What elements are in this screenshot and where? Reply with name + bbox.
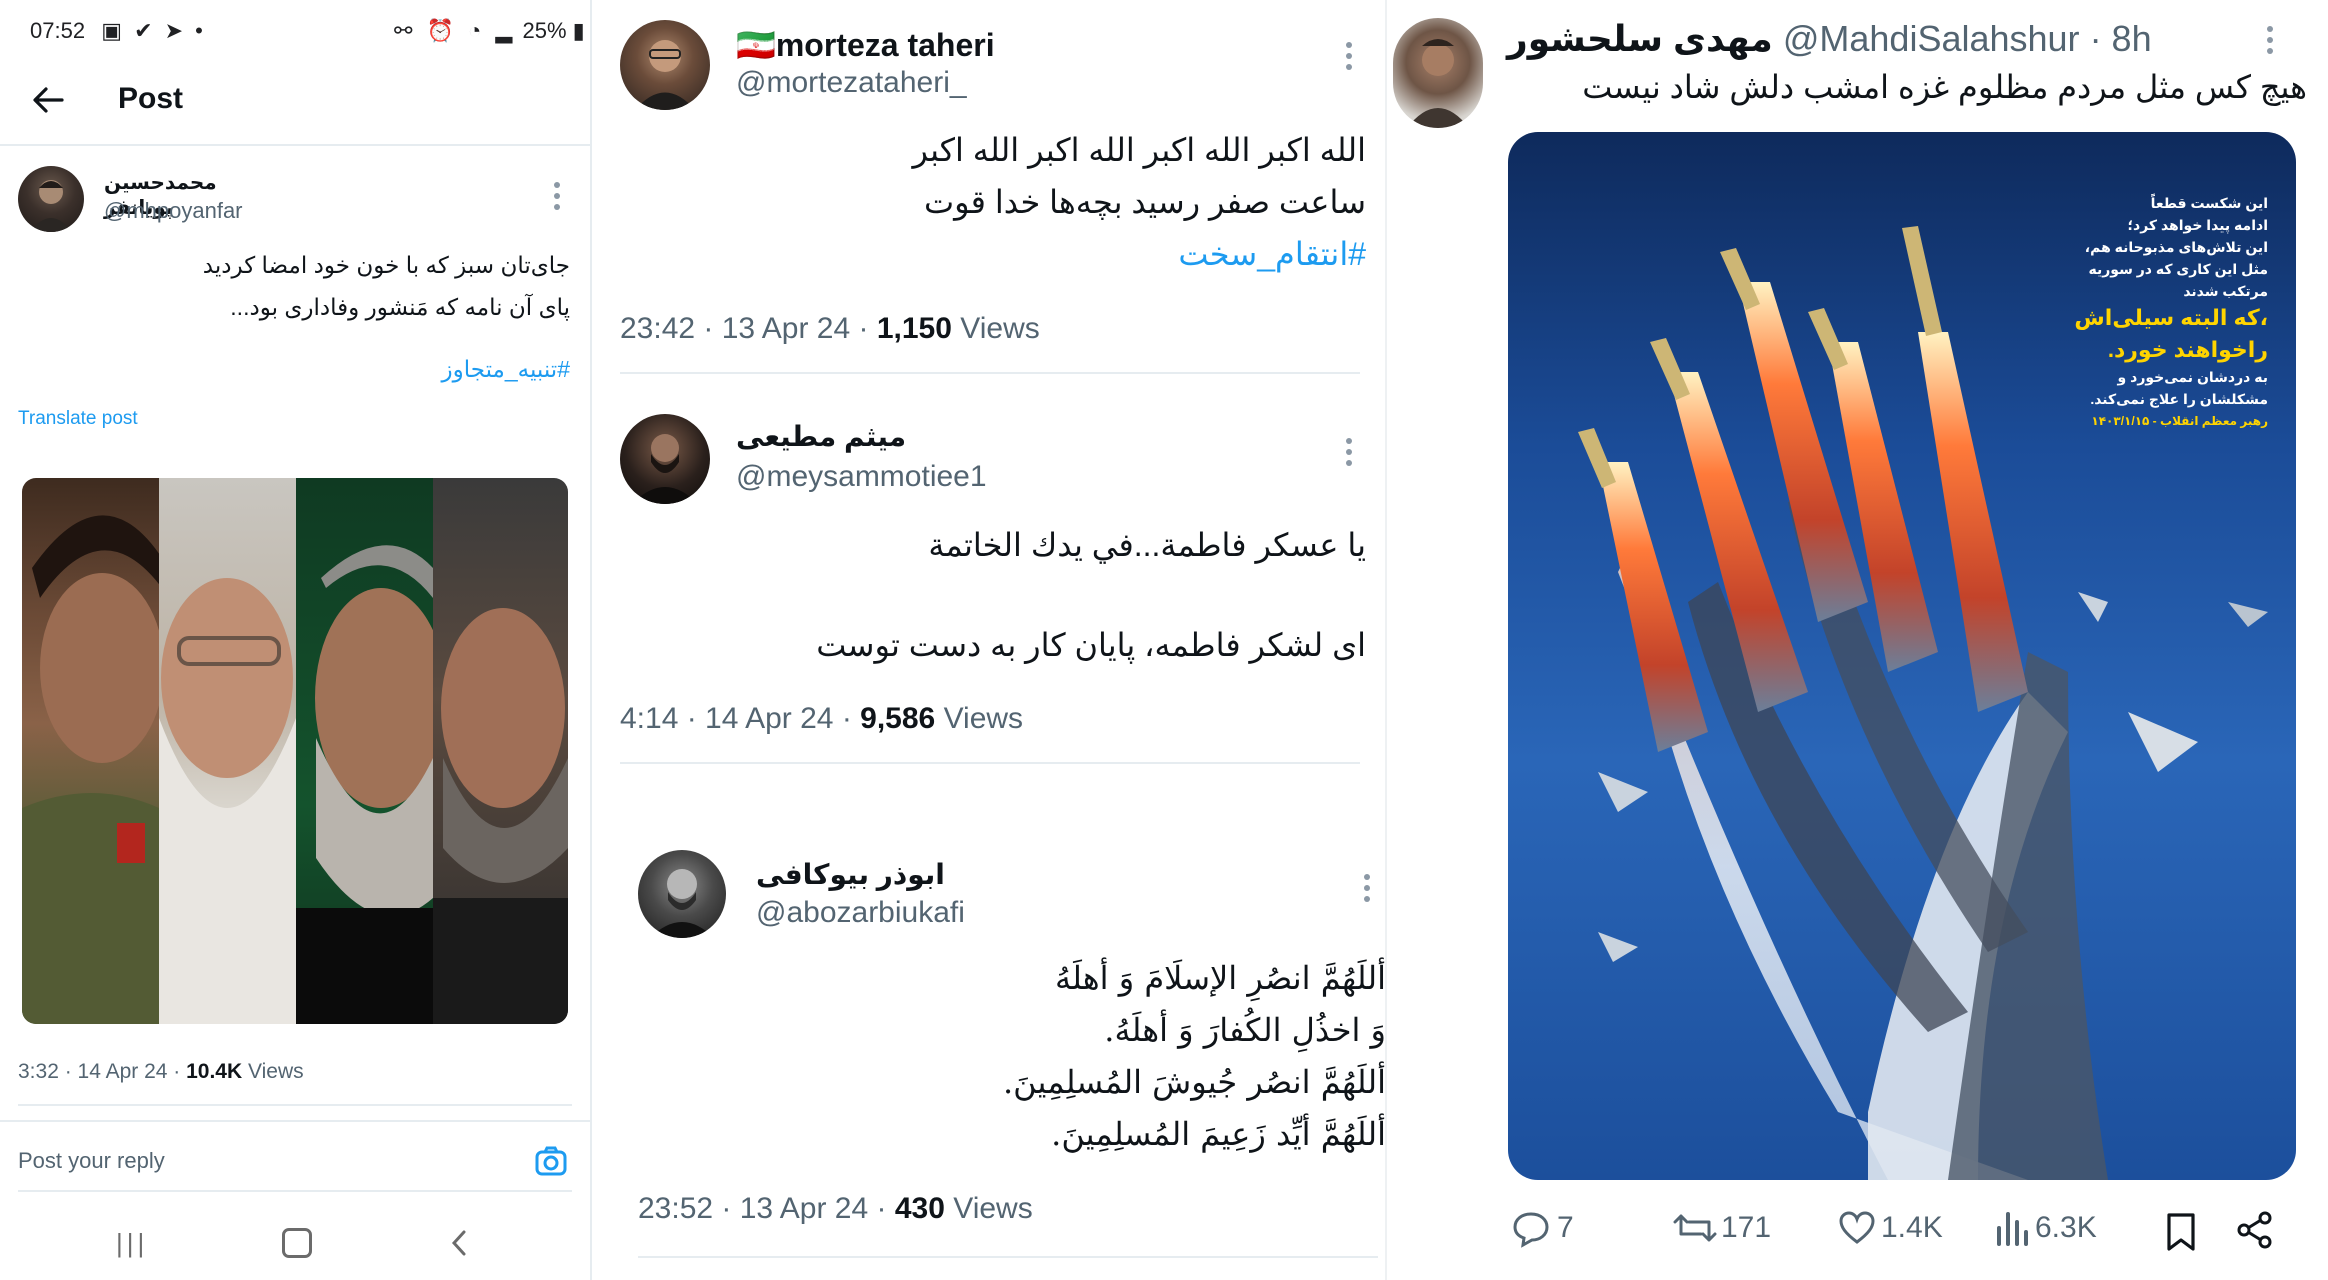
back-nav-icon[interactable] <box>448 1228 470 1258</box>
avatar[interactable] <box>620 20 710 110</box>
camera-icon[interactable] <box>534 1144 568 1178</box>
tweet-text: هیچ کس مثل مردم مظلوم غزه امشب دلش شاد ن… <box>1582 69 2307 105</box>
more-options-icon[interactable] <box>1364 874 1370 907</box>
portrait-3 <box>296 478 447 1024</box>
translate-post-link[interactable]: Translate post <box>18 408 138 430</box>
post-text: جای‌تان سبز که با خون خود امضا کردید پای… <box>202 252 570 320</box>
user-handle[interactable]: @abozarbiukafi <box>756 896 965 930</box>
header-divider <box>0 144 590 146</box>
status-bar: 07:52 ▣ ✔ ➤ • <box>30 18 206 44</box>
more-options-icon[interactable] <box>554 182 560 215</box>
views-button[interactable]: 6.3K <box>1995 1208 2097 1248</box>
tweet-text: یا عسکر فاطمة...في يدك الخاتمة ای لشکر ف… <box>816 527 1366 663</box>
divider <box>0 1120 590 1122</box>
views-count: 1,150 <box>876 312 952 345</box>
heart-icon <box>1839 1211 1875 1244</box>
avatar[interactable] <box>1393 18 1483 128</box>
views-count: 430 <box>894 1192 945 1225</box>
user-handle[interactable]: @mortezataheri_ <box>736 66 967 100</box>
tweet-list-panel: 🇮🇷morteza taheri @mortezataheri_ الله اک… <box>592 0 1386 1280</box>
more-options-icon[interactable] <box>2267 26 2273 59</box>
tweet-timestamp: 23:42 · 13 Apr 24 · 1,150 Views <box>620 312 1040 345</box>
reply-icon <box>1513 1212 1549 1248</box>
display-name[interactable]: ابوذر بیوکافی <box>756 858 1016 891</box>
hashtag-link[interactable]: #انتقام_سخت <box>732 228 1366 280</box>
views-icon <box>1997 1212 2028 1246</box>
tweet-timestamp: 23:52 · 13 Apr 24 · 430 Views <box>638 1192 1033 1225</box>
recent-apps-icon[interactable]: ||| <box>116 1228 148 1259</box>
tweet-time: · 8h <box>2089 18 2152 59</box>
display-name[interactable]: 🇮🇷morteza taheri <box>736 26 995 64</box>
share-icon[interactable] <box>2235 1210 2275 1250</box>
poster-quote: این شکست قطعاً ادامه پیدا خواهد کرد؛ این… <box>2074 195 2268 428</box>
tweet-text: الله اکبر الله اکبر الله اکبر الله اکبر … <box>732 124 1366 280</box>
system-icons: ⚯ ⏰ ◔ ▂ <box>394 18 517 43</box>
more-options-icon[interactable] <box>1346 42 1352 75</box>
reply-button[interactable]: 7 <box>1511 1208 1574 1248</box>
tweet-timestamp: 4:14 · 14 Apr 24 · 9,586 Views <box>620 702 1024 735</box>
status-time: 07:52 <box>30 18 86 43</box>
post-image[interactable]: این شکست قطعاً ادامه پیدا خواهد کرد؛ این… <box>1508 132 2296 1180</box>
user-handle[interactable]: @MahdiSalahshur <box>1783 18 2080 59</box>
page-title: Post <box>118 82 184 115</box>
tweet-header: مهدی سلحشور @MahdiSalahshur · 8h <box>1507 18 2152 60</box>
divider <box>620 762 1360 764</box>
user-handle[interactable]: @meysammotiee1 <box>736 460 987 494</box>
post-timestamp: 3:32 · 14 Apr 24 · 10.4K Views <box>18 1060 304 1083</box>
divider <box>18 1104 572 1106</box>
like-button[interactable]: 1.4K <box>1837 1208 1943 1248</box>
post-image[interactable] <box>22 478 568 1024</box>
battery-level: 25% <box>522 18 567 43</box>
bookmark-icon[interactable] <box>2165 1212 2197 1252</box>
portrait-4 <box>433 478 568 1024</box>
home-icon[interactable] <box>282 1228 312 1258</box>
divider <box>18 1190 572 1192</box>
user-handle[interactable]: @mhpoyanfar <box>104 198 243 224</box>
reply-input[interactable]: Post your reply <box>18 1148 165 1174</box>
repost-button[interactable]: 171 <box>1673 1208 1771 1248</box>
views-count: 10.4K <box>186 1060 243 1083</box>
portrait-1 <box>22 478 164 1024</box>
portrait-2 <box>159 478 296 1024</box>
more-options-icon[interactable] <box>1346 438 1352 471</box>
back-arrow-icon[interactable] <box>28 80 68 120</box>
post-detail-panel: 07:52 ▣ ✔ ➤ • ⚯ ⏰ ◔ ▂ 25% ▮ Post محمدحسی… <box>0 0 590 1280</box>
battery-icon: ▮ <box>572 18 585 43</box>
status-right: ⚯ ⏰ ◔ ▂ 25% ▮ <box>394 18 585 44</box>
views-count: 9,586 <box>860 702 936 735</box>
divider <box>620 372 1360 374</box>
divider <box>638 1256 1378 1258</box>
avatar[interactable] <box>620 414 710 504</box>
avatar[interactable] <box>18 166 84 232</box>
avatar[interactable] <box>638 850 726 938</box>
tweet-text: أللَهُمَّ انصُرِ الإسلَامَ وَ أهلَهُ وَ … <box>1003 959 1386 1153</box>
hashtag-link[interactable]: #تنبیه_متجاوز <box>300 356 570 383</box>
display-name[interactable]: میثم مطیعی <box>736 420 996 453</box>
notification-icons: ▣ ✔ ➤ • <box>101 18 206 43</box>
display-name[interactable]: مهدی سلحشور <box>1507 18 1773 59</box>
tweet-panel: مهدی سلحشور @MahdiSalahshur · 8h هیچ کس … <box>1387 0 2328 1280</box>
flag-icon: 🇮🇷 <box>736 27 776 63</box>
repost-icon <box>1673 1214 1717 1242</box>
